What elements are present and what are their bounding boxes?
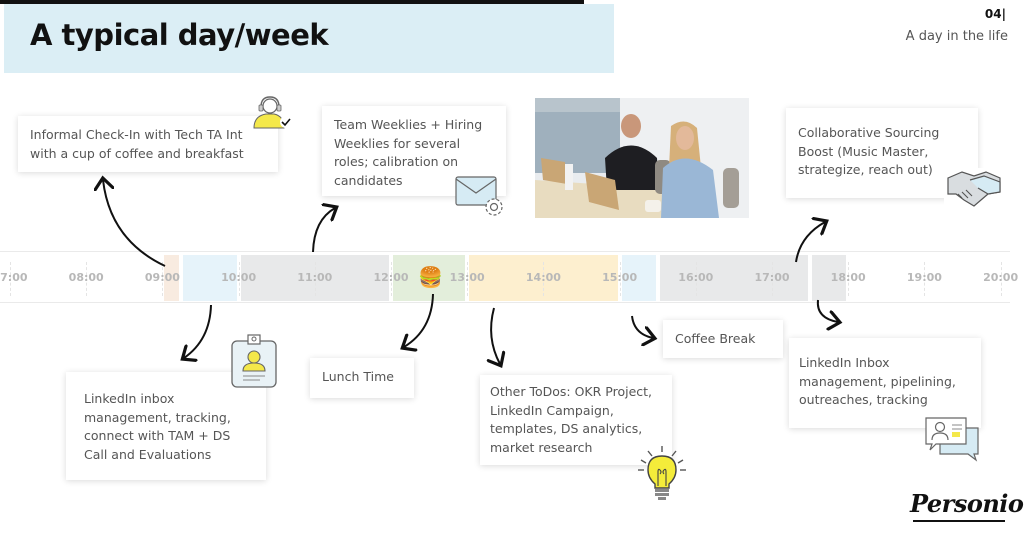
lightbulb-icon (636, 444, 688, 508)
card-lunch-text: Lunch Time (322, 369, 394, 384)
timeline: 07:00 08:00 09:00 10:00 11:00 12:00 13:00 14:00… (0, 251, 1018, 303)
card-sourcing-text: Collaborative Sourcing Boost (Music Mast… (798, 125, 940, 177)
arrow-to-linkedin-morning (184, 304, 212, 358)
hour-label: 11:00 (297, 271, 333, 284)
hour-label: 09:00 (144, 271, 180, 284)
card-coffee: Coffee Break (663, 320, 783, 358)
hour-label: 18:00 (830, 271, 866, 284)
hour-label: 17:00 (754, 271, 790, 284)
logo-underline (913, 520, 1005, 522)
mail-settings-icon (454, 175, 510, 225)
title-band: A typical day/week (4, 4, 614, 73)
id-badge-icon (230, 333, 278, 393)
chat-contact-icon (924, 414, 982, 466)
hour-label: 15:00 (602, 271, 638, 284)
team-photo (535, 98, 749, 218)
burger-icon: 🍔 (418, 265, 443, 289)
hour-label: 07:00 (0, 271, 28, 284)
card-checkin: Informal Check-In with Tech TA Int with … (18, 116, 278, 172)
arrow-to-weeklies (312, 208, 335, 253)
hour-label: 12:00 (373, 271, 409, 284)
arrow-to-linkedin-evening (816, 299, 838, 322)
hour-label: 14:00 (525, 271, 561, 284)
card-lunch: Lunch Time (310, 358, 414, 398)
team-photo-illustration (535, 98, 749, 218)
page-title: A typical day/week (30, 18, 329, 52)
arrow-to-todos (491, 307, 500, 364)
headset-person-icon (250, 96, 294, 134)
hour-label: 13:00 (449, 271, 485, 284)
card-linkedin-morning-text: LinkedIn inbox management, tracking, con… (84, 391, 231, 462)
hour-label: 16:00 (678, 271, 714, 284)
personio-logo: Personio (910, 489, 1024, 518)
hour-label: 08:00 (68, 271, 104, 284)
card-linkedin-evening-text: LinkedIn Inbox management, pipelining, o… (799, 355, 956, 407)
card-coffee-text: Coffee Break (675, 331, 756, 346)
section-name: A day in the life (905, 29, 1008, 44)
hour-label: 10:00 (221, 271, 257, 284)
hour-label: 19:00 (906, 271, 942, 284)
page-number: 04| (984, 7, 1006, 21)
hour-label: 20:00 (983, 271, 1019, 284)
arrow-to-coffee (631, 315, 653, 338)
handshake-icon (944, 166, 1004, 216)
card-checkin-text: Informal Check-In with Tech TA Int with … (30, 127, 244, 161)
card-todos-text: Other ToDos: OKR Project, LinkedIn Campa… (490, 384, 653, 455)
